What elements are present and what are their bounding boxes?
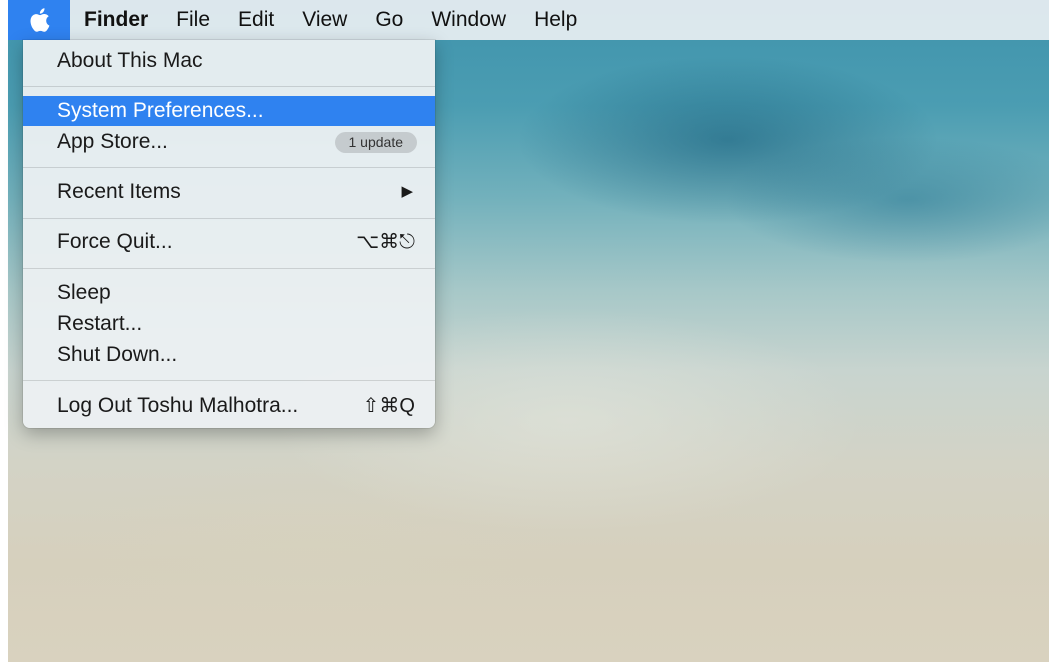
menu-item-force-quit[interactable]: Force Quit... ⌥⌘⎋ <box>23 227 435 257</box>
menu-item-about[interactable]: About This Mac <box>23 46 435 76</box>
apple-icon <box>30 8 50 32</box>
menu-item-label: Recent Items <box>57 180 181 203</box>
menu-help[interactable]: Help <box>520 0 591 40</box>
menu-item-system-preferences[interactable]: System Preferences... <box>23 96 435 126</box>
menu-view[interactable]: View <box>288 0 361 40</box>
menu-separator <box>23 218 435 219</box>
menu-go[interactable]: Go <box>361 0 417 40</box>
shortcut-log-out: ⇧⌘Q <box>362 395 415 417</box>
menu-item-sleep[interactable]: Sleep <box>23 278 435 308</box>
menu-finder[interactable]: Finder <box>70 0 162 40</box>
apple-menu-dropdown: About This Mac System Preferences... App… <box>23 40 435 428</box>
menu-item-label: About This Mac <box>57 49 203 72</box>
menu-separator <box>23 380 435 381</box>
menu-item-label: Log Out Toshu Malhotra... <box>57 394 299 417</box>
menu-item-restart[interactable]: Restart... <box>23 309 435 339</box>
menu-item-app-store[interactable]: App Store... 1 update <box>23 127 435 157</box>
menu-file[interactable]: File <box>162 0 224 40</box>
apple-menu-button[interactable] <box>8 0 70 40</box>
shortcut-force-quit: ⌥⌘⎋ <box>356 231 415 253</box>
menu-bar: Finder File Edit View Go Window Help <box>8 0 1049 40</box>
menu-item-log-out[interactable]: Log Out Toshu Malhotra... ⇧⌘Q <box>23 391 435 421</box>
menu-item-label: App Store... <box>57 130 168 153</box>
submenu-arrow-icon: ▶ <box>401 183 413 200</box>
menu-item-label: Shut Down... <box>57 343 178 366</box>
menu-separator <box>23 86 435 87</box>
menu-item-recent-items[interactable]: Recent Items ▶ <box>23 177 435 207</box>
menu-separator <box>23 167 435 168</box>
menu-item-label: Restart... <box>57 312 143 335</box>
menu-item-label: System Preferences... <box>57 99 264 122</box>
menu-item-label: Sleep <box>57 281 111 304</box>
menu-item-label: Force Quit... <box>57 230 173 253</box>
menu-separator <box>23 268 435 269</box>
menu-edit[interactable]: Edit <box>224 0 288 40</box>
menu-window[interactable]: Window <box>417 0 520 40</box>
menu-item-shut-down[interactable]: Shut Down... <box>23 340 435 370</box>
update-badge: 1 update <box>334 132 417 153</box>
